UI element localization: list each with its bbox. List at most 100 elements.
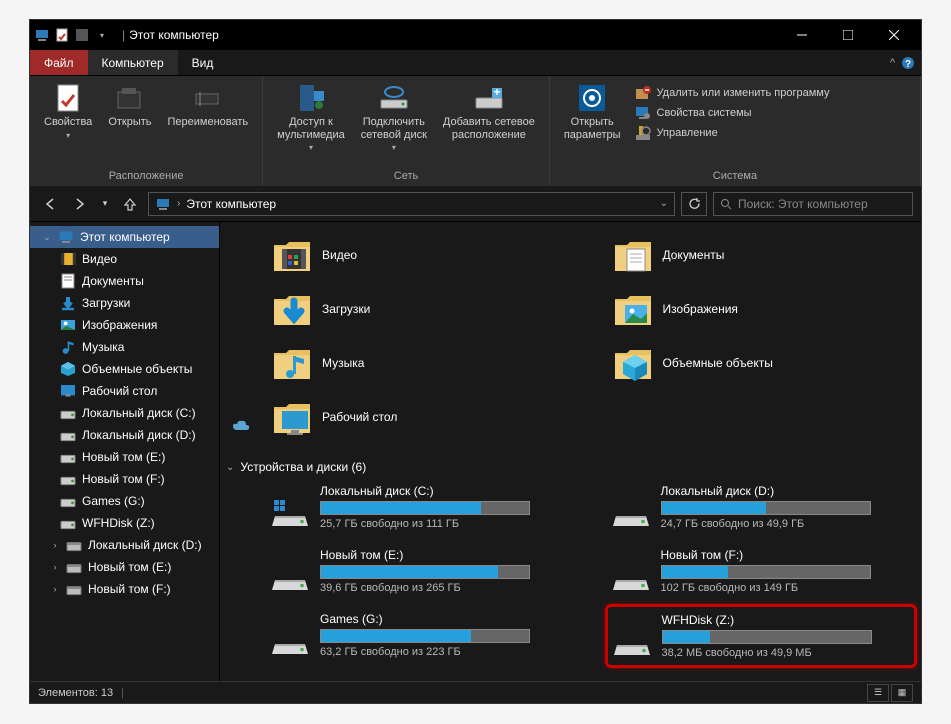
address-bar[interactable]: › Этот компьютер ⌄ xyxy=(148,192,675,216)
breadcrumb[interactable]: Этот компьютер xyxy=(186,197,276,211)
history-dropdown-icon[interactable]: ▾ xyxy=(98,192,112,216)
tree-item[interactable]: Объемные объекты xyxy=(30,358,219,380)
docs-icon xyxy=(60,273,76,289)
sysprops-button[interactable]: Свойства системы xyxy=(631,104,834,122)
status-bar: Элементов: 13 | ☰ ▦ xyxy=(30,681,921,703)
tree-label: Новый том (F:) xyxy=(88,582,171,596)
tree-item[interactable]: ⌄Этот компьютер xyxy=(30,226,219,248)
tree-item[interactable]: Новый том (F:) xyxy=(30,468,219,490)
properties-button[interactable]: Свойства ▾ xyxy=(38,80,98,142)
maximize-button[interactable] xyxy=(825,20,871,50)
folder-item[interactable]: Объемные объекты xyxy=(611,338,912,388)
drive-item[interactable]: Новый том (E:) 39,6 ГБ свободно из 265 Г… xyxy=(270,546,571,596)
back-button[interactable] xyxy=(38,192,62,216)
drive-icon xyxy=(272,562,308,590)
folder-label: Загрузки xyxy=(322,302,370,316)
folder-item[interactable]: Документы xyxy=(611,230,912,280)
chevron-icon[interactable]: ⌄ xyxy=(42,232,52,243)
title-separator: | xyxy=(122,28,125,42)
tree-item[interactable]: Документы xyxy=(30,270,219,292)
drive-item[interactable]: WFHDisk (Z:) 38,2 МБ свободно из 49,9 МБ xyxy=(605,604,918,668)
forward-button[interactable] xyxy=(68,192,92,216)
uninstall-button[interactable]: Удалить или изменить программу xyxy=(631,84,834,102)
open-settings-button[interactable]: Открыть параметры xyxy=(558,80,627,143)
search-input[interactable]: Поиск: Этот компьютер xyxy=(713,192,913,216)
drive-icon xyxy=(60,449,76,465)
tab-file[interactable]: Файл xyxy=(30,50,88,75)
tree-item[interactable]: Изображения xyxy=(30,314,219,336)
chevron-down-icon: ▾ xyxy=(309,143,313,152)
folder-item[interactable]: Рабочий стол xyxy=(270,392,571,442)
qat-properties-icon[interactable] xyxy=(54,27,70,43)
up-button[interactable] xyxy=(118,192,142,216)
video-folder-icon xyxy=(270,235,310,275)
tree-label: Видео xyxy=(82,252,117,266)
folder-item[interactable]: Видео xyxy=(270,230,571,280)
media-icon xyxy=(295,82,327,114)
tree-item[interactable]: Видео xyxy=(30,248,219,270)
drive-icon xyxy=(60,405,76,421)
netdrive-icon xyxy=(378,82,410,114)
drive-item[interactable]: Games (G:) 63,2 ГБ свободно из 223 ГБ xyxy=(270,610,571,662)
uninstall-icon xyxy=(635,85,651,101)
sysprops-icon xyxy=(635,105,651,121)
content-area[interactable]: Видео Документы Загрузки Изображения Музыка О… xyxy=(220,222,921,681)
drive-free-text: 25,7 ГБ свободно из 111 ГБ xyxy=(320,518,569,530)
drive-icon xyxy=(613,498,649,526)
drive-item[interactable]: Локальный диск (C:) 25,7 ГБ свободно из … xyxy=(270,482,571,532)
folder-item[interactable]: Изображения xyxy=(611,284,912,334)
netplace-icon: + xyxy=(473,82,505,114)
chevron-icon[interactable]: › xyxy=(50,540,60,550)
drive-usage-bar xyxy=(661,501,871,515)
drive-item[interactable]: Локальный диск (D:) 24,7 ГБ свободно из … xyxy=(611,482,912,532)
qat-gray-icon[interactable] xyxy=(74,27,90,43)
manage-button[interactable]: Управление xyxy=(631,124,834,142)
view-tiles-button[interactable]: ▦ xyxy=(891,684,913,702)
tree-item[interactable]: Games (G:) xyxy=(30,490,219,512)
media-access-button[interactable]: Доступ к мультимедиа ▾ xyxy=(271,80,351,154)
svg-text:+: + xyxy=(493,85,500,99)
tree-item[interactable]: ›Локальный диск (D:) xyxy=(30,534,219,556)
refresh-button[interactable] xyxy=(681,192,707,216)
ribbon: Свойства ▾ Открыть Переименовать Располо… xyxy=(30,76,921,186)
add-netplace-button[interactable]: + Добавить сетевое расположение xyxy=(437,80,541,143)
docs-folder-icon xyxy=(611,235,651,275)
drive-usage-bar xyxy=(320,629,530,643)
chevron-icon[interactable]: › xyxy=(50,562,60,572)
nav-tree[interactable]: ⌄Этот компьютер Видео ДокументыЗагрузкиИзо… xyxy=(30,222,220,681)
folder-item[interactable]: Музыка xyxy=(270,338,571,388)
tree-item[interactable]: Рабочий стол xyxy=(30,380,219,402)
tree-item[interactable]: Локальный диск (D:) xyxy=(30,424,219,446)
tab-computer[interactable]: Компьютер xyxy=(88,50,178,75)
drive-usage-bar xyxy=(661,565,871,579)
tree-item[interactable]: Новый том (E:) xyxy=(30,446,219,468)
chevron-right-icon[interactable]: › xyxy=(177,198,180,209)
ribbon-collapse-icon[interactable]: ^ xyxy=(890,57,895,69)
drive-item[interactable]: Новый том (F:) 102 ГБ свободно из 149 ГБ xyxy=(611,546,912,596)
rename-button[interactable]: Переименовать xyxy=(162,80,255,131)
address-dropdown-icon[interactable]: ⌄ xyxy=(660,198,668,209)
minimize-button[interactable] xyxy=(779,20,825,50)
images-folder-icon xyxy=(611,289,651,329)
map-netdrive-button[interactable]: Подключить сетевой диск ▾ xyxy=(355,80,433,154)
qat-dropdown-icon[interactable]: ▾ xyxy=(94,27,110,43)
view-details-button[interactable]: ☰ xyxy=(867,684,889,702)
navbar: ▾ › Этот компьютер ⌄ Поиск: Этот компьют… xyxy=(30,186,921,222)
open-button[interactable]: Открыть xyxy=(102,80,157,131)
help-icon[interactable]: ? xyxy=(901,56,915,70)
tree-item[interactable]: ›Новый том (E:) xyxy=(30,556,219,578)
drive-free-text: 39,6 ГБ свободно из 265 ГБ xyxy=(320,582,569,594)
chevron-icon[interactable]: › xyxy=(50,584,60,594)
body: ⌄Этот компьютерВидеоДокументыЗагрузкиИзо… xyxy=(30,222,921,681)
tab-view[interactable]: Вид xyxy=(178,50,228,75)
explorer-window: ▾ | Этот компьютер Файл Компьютер Вид ^ … xyxy=(29,19,922,704)
tree-item[interactable]: Загрузки xyxy=(30,292,219,314)
tree-item[interactable]: › Новый том (F:) xyxy=(30,578,219,600)
folder-item[interactable]: Загрузки xyxy=(270,284,571,334)
folder-label: Изображения xyxy=(663,302,738,316)
tree-item[interactable]: WFHDisk (Z:) xyxy=(30,512,219,534)
tree-item[interactable]: Музыка xyxy=(30,336,219,358)
tree-item[interactable]: Локальный диск (C:) xyxy=(30,402,219,424)
close-button[interactable] xyxy=(871,20,917,50)
drives-header[interactable]: ⌄ Устройства и диски (6) xyxy=(226,460,911,474)
